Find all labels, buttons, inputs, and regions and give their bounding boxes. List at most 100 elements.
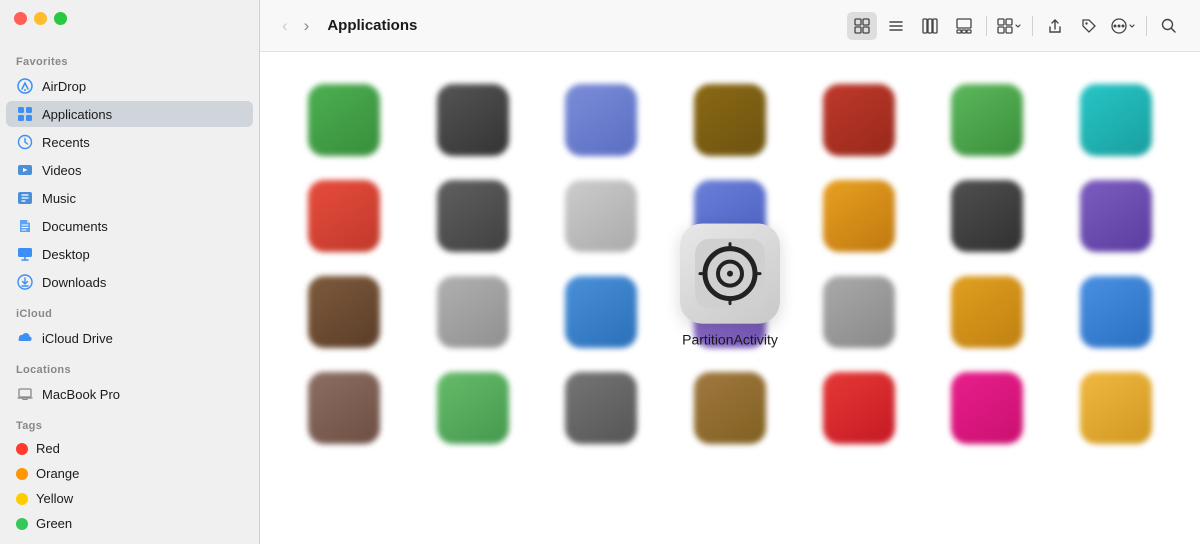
app-icon-cell-3[interactable] (666, 72, 795, 168)
app-icon-25 (823, 372, 895, 444)
sidebar-item-airdrop[interactable]: AirDrop (6, 73, 253, 99)
recents-icon (16, 133, 34, 151)
desktop-icon (16, 245, 34, 263)
app-icon-cell-15[interactable] (409, 264, 538, 360)
app-icon-cell-1[interactable] (409, 72, 538, 168)
toolbar-separator-2 (1032, 16, 1033, 36)
videos-icon (16, 161, 34, 179)
sidebar-desktop-label: Desktop (42, 247, 90, 262)
toolbar: ‹ › Applications (260, 0, 1200, 52)
app-icon-1 (437, 84, 509, 156)
app-icon-cell-11[interactable] (794, 168, 923, 264)
app-icon-cell-0[interactable] (280, 72, 409, 168)
app-icon-cell-23[interactable] (537, 360, 666, 456)
tag-button[interactable] (1074, 12, 1104, 40)
sidebar-airdrop-label: AirDrop (42, 79, 86, 94)
documents-icon (16, 217, 34, 235)
app-icon-19 (951, 276, 1023, 348)
minimize-button[interactable] (34, 12, 47, 25)
app-icon-12 (951, 180, 1023, 252)
app-icon-cell-25[interactable] (794, 360, 923, 456)
sidebar-item-applications[interactable]: Applications (6, 101, 253, 127)
app-icon-cell-21[interactable] (280, 360, 409, 456)
sidebar-item-downloads[interactable]: Downloads (6, 269, 253, 295)
list-view-button[interactable] (881, 12, 911, 40)
tag-yellow-dot (16, 493, 28, 505)
sidebar-item-recents[interactable]: Recents (6, 129, 253, 155)
app-icon-cell-9[interactable] (537, 168, 666, 264)
applications-icon (16, 105, 34, 123)
sidebar-item-tag-orange[interactable]: Orange (6, 462, 253, 485)
app-icon-cell-5[interactable] (923, 72, 1052, 168)
gallery-view-button[interactable] (949, 12, 979, 40)
app-icon-15 (437, 276, 509, 348)
downloads-icon (16, 273, 34, 291)
sidebar-tag-green-label: Green (36, 516, 72, 531)
app-icon-20 (1080, 276, 1152, 348)
music-icon (16, 189, 34, 207)
app-icon-8 (437, 180, 509, 252)
partition-activity-icon-inner (680, 224, 780, 324)
app-icon-22 (437, 372, 509, 444)
app-icon-cell-4[interactable] (794, 72, 923, 168)
app-icon-cell-2[interactable] (537, 72, 666, 168)
content-area[interactable]: PartitionActivity (260, 52, 1200, 544)
app-icon-cell-20[interactable] (1051, 264, 1180, 360)
app-icon-cell-18[interactable] (794, 264, 923, 360)
tag-orange-dot (16, 468, 28, 480)
sidebar-item-tag-yellow[interactable]: Yellow (6, 487, 253, 510)
app-icon-5 (951, 84, 1023, 156)
app-icon-cell-16[interactable] (537, 264, 666, 360)
app-icon-4 (823, 84, 895, 156)
toolbar-separator-3 (1146, 16, 1147, 36)
forward-button[interactable]: › (298, 13, 316, 39)
sidebar: Favorites AirDrop Applications (0, 0, 260, 544)
sidebar-tag-red-label: Red (36, 441, 60, 456)
sidebar-item-desktop[interactable]: Desktop (6, 241, 253, 267)
sidebar-documents-label: Documents (42, 219, 108, 234)
sidebar-item-documents[interactable]: Documents (6, 213, 253, 239)
tag-green-dot (16, 518, 28, 530)
action-button[interactable] (1108, 12, 1139, 40)
close-button[interactable] (14, 12, 27, 25)
sidebar-item-icloud-drive[interactable]: iCloud Drive (6, 325, 253, 351)
app-icon-cell-22[interactable] (409, 360, 538, 456)
tag-red-dot (16, 443, 28, 455)
app-icon-cell-19[interactable] (923, 264, 1052, 360)
sidebar-item-tag-green[interactable]: Green (6, 512, 253, 535)
app-icon-cell-24[interactable] (666, 360, 795, 456)
locations-section-label: Locations (0, 352, 259, 380)
app-icon-cell-6[interactable] (1051, 72, 1180, 168)
app-icon-6 (1080, 84, 1152, 156)
app-icon-cell-8[interactable] (409, 168, 538, 264)
sidebar-tag-yellow-label: Yellow (36, 491, 73, 506)
app-icon-cell-26[interactable] (923, 360, 1052, 456)
focused-app-name: PartitionActivity (682, 332, 778, 348)
sidebar-item-music[interactable]: Music (6, 185, 253, 211)
sidebar-item-videos[interactable]: Videos (6, 157, 253, 183)
toolbar-icons (847, 12, 1184, 40)
share-button[interactable] (1040, 12, 1070, 40)
column-view-button[interactable] (915, 12, 945, 40)
app-icon-24 (694, 372, 766, 444)
app-icon-cell-27[interactable] (1051, 360, 1180, 456)
app-icon-3 (694, 84, 766, 156)
groupby-button[interactable] (994, 12, 1025, 40)
sidebar-item-macbook[interactable]: MacBook Pro (6, 381, 253, 407)
app-icon-9 (565, 180, 637, 252)
sidebar-recents-label: Recents (42, 135, 90, 150)
sidebar-item-tag-red[interactable]: Red (6, 437, 253, 460)
main-content: ‹ › Applications (260, 0, 1200, 544)
macbook-icon (16, 385, 34, 403)
search-button[interactable] (1154, 12, 1184, 40)
app-icon-cell-13[interactable] (1051, 168, 1180, 264)
app-icon-cell-14[interactable] (280, 264, 409, 360)
maximize-button[interactable] (54, 12, 67, 25)
grid-view-button[interactable] (847, 12, 877, 40)
toolbar-nav: ‹ › (276, 13, 315, 39)
back-button[interactable]: ‹ (276, 13, 294, 39)
sidebar-music-label: Music (42, 191, 76, 206)
app-icon-cell-12[interactable] (923, 168, 1052, 264)
toolbar-separator-1 (986, 16, 987, 36)
app-icon-cell-7[interactable] (280, 168, 409, 264)
